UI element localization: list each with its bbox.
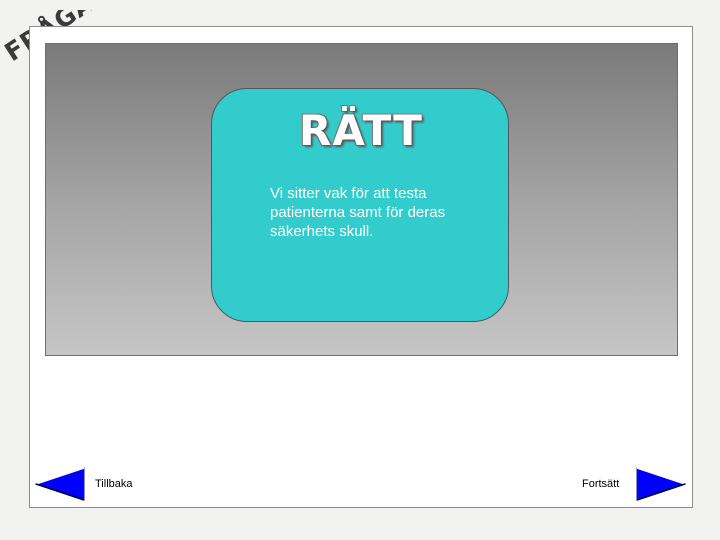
answer-title: RÄTT bbox=[299, 106, 423, 155]
arrow-right-icon[interactable] bbox=[636, 467, 686, 501]
arrow-left-icon[interactable] bbox=[35, 467, 85, 501]
back-button-label[interactable]: Tillbaka bbox=[95, 478, 133, 490]
answer-explanation: Vi sitter vak för att testa patienterna … bbox=[270, 185, 446, 240]
next-button-label[interactable]: Fortsätt bbox=[582, 478, 619, 490]
